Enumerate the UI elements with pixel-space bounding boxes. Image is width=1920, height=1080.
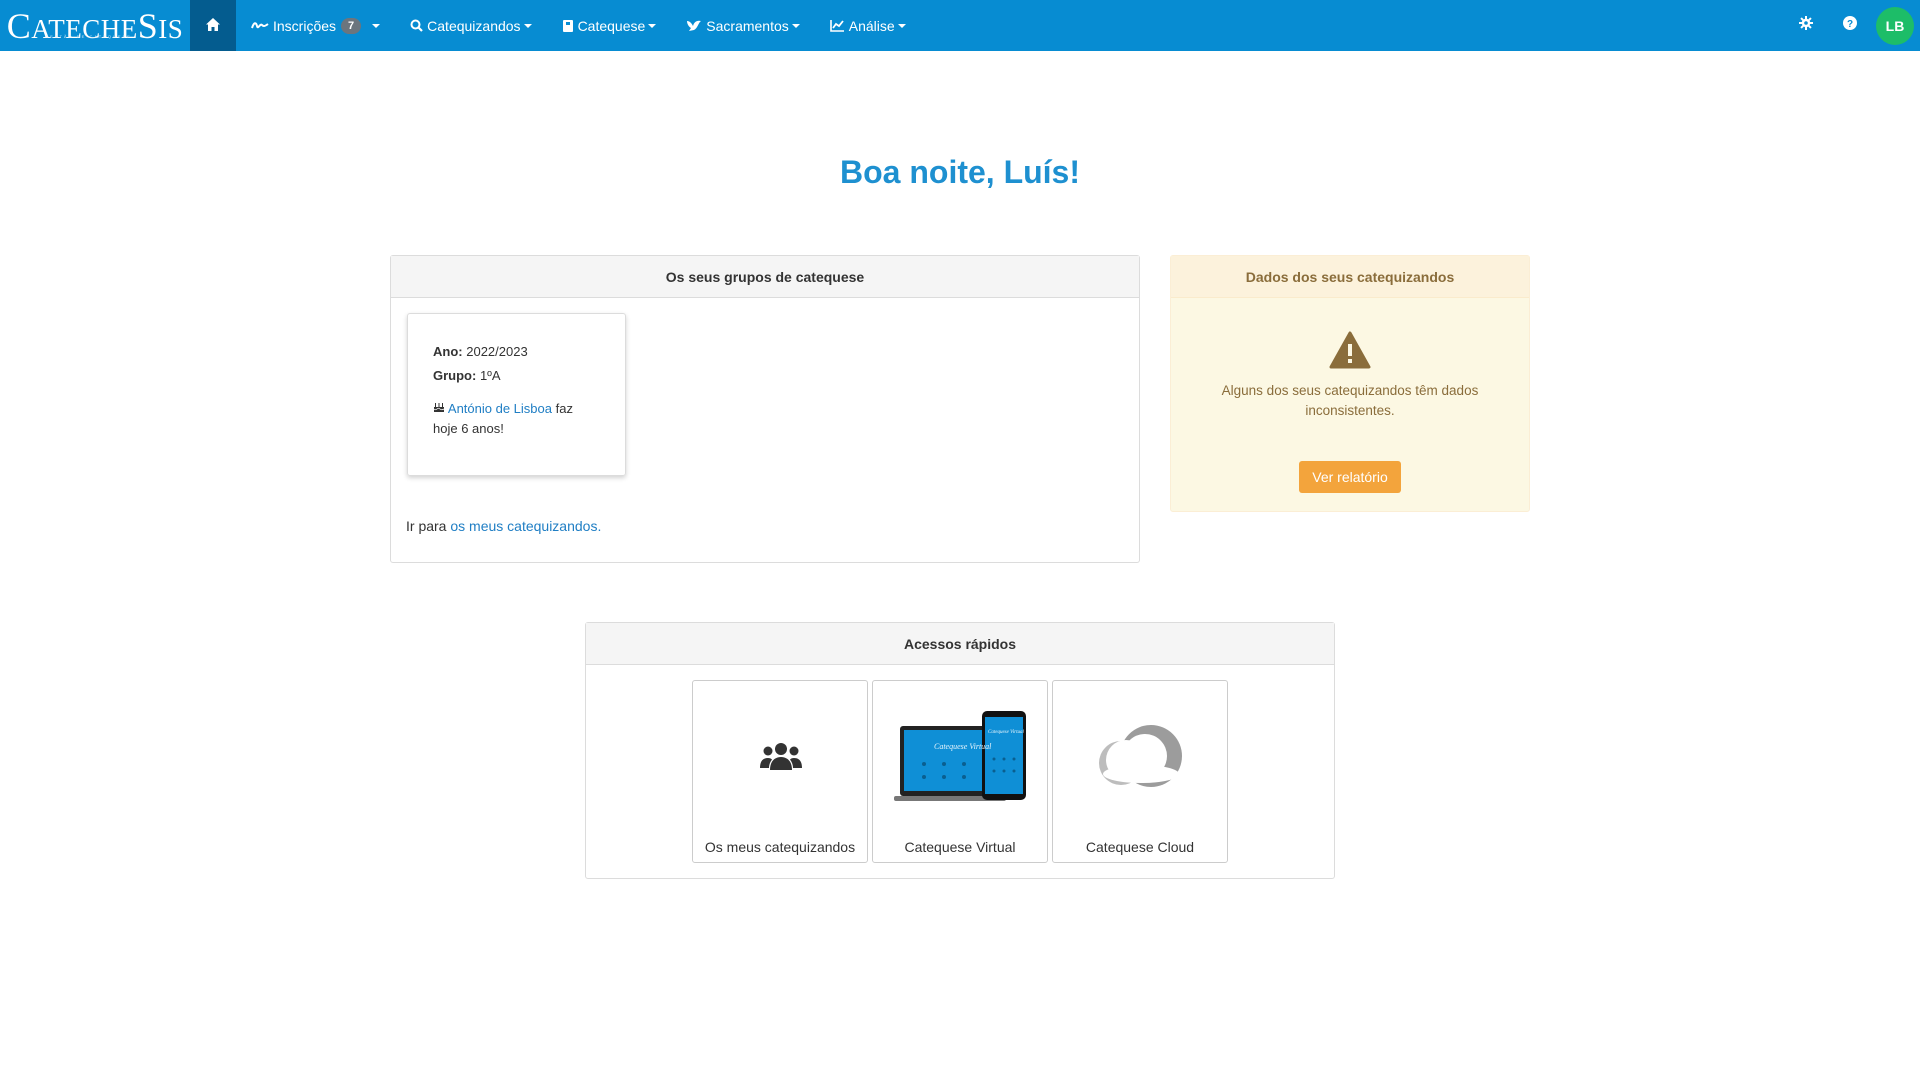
data-warning-text: Alguns dos seus catequizandos têm dados … (1221, 383, 1479, 418)
dove-icon (686, 19, 702, 32)
devices-icon: Catequese Virtual Catequese Virtual (873, 681, 1049, 831)
svg-text:Catequese Virtual: Catequese Virtual (988, 730, 1024, 735)
group-name-row: Grupo: 1ºA (433, 368, 605, 383)
chevron-down-icon (897, 23, 906, 28)
inscricoes-count-badge: 7 (341, 17, 362, 34)
birthday-text-1: faz (555, 401, 573, 416)
question-circle-icon: ? (1843, 16, 1857, 35)
goto-prefix: Ir para (406, 518, 447, 534)
gear-icon (1799, 16, 1813, 35)
brand-logo[interactable]: CATECHESIS GESTÃO DE CATEQUESE (0, 0, 190, 51)
birthday-text-2: hoje 6 anos! (433, 421, 504, 436)
groups-panel-title: Os seus grupos de catequese (391, 256, 1139, 298)
avatar[interactable]: LB (1876, 6, 1914, 45)
group-name-value: 1ºA (479, 368, 501, 383)
search-icon (410, 19, 423, 32)
cake-icon (433, 401, 448, 416)
nav-inscricoes[interactable]: Inscrições 7 (236, 0, 395, 51)
quick-access-tiles: Os meus catequizandos Catequese Virtual … (692, 680, 1228, 863)
nav-inscricoes-label: Inscrições (273, 17, 337, 34)
nav-home[interactable] (190, 0, 236, 51)
signature-icon (251, 20, 269, 32)
data-warning-body: Alguns dos seus catequizandos têm dados … (1171, 331, 1529, 493)
warning-icon (1171, 331, 1529, 371)
line-chart-icon (829, 19, 845, 32)
group-name-label: Grupo: (433, 368, 477, 383)
birthday-notice: António de Lisboa faz hoje 6 anos! (433, 399, 605, 439)
groups-panel: Os seus grupos de catequese Ano: 2022/20… (390, 255, 1140, 563)
data-warning-title: Dados dos seus catequizandos (1171, 256, 1529, 298)
top-navbar: CATECHESIS GESTÃO DE CATEQUESE Inscriçõe… (0, 0, 1920, 51)
quick-access-title: Acessos rápidos (586, 623, 1334, 665)
settings-button[interactable] (1784, 0, 1828, 51)
group-year-label: Ano: (433, 344, 463, 359)
nav-catequese-label: Catequese (577, 17, 646, 34)
svg-text:Catequese Virtual: Catequese Virtual (934, 742, 992, 751)
nav-analise[interactable]: Análise (815, 0, 921, 51)
cloud-icon (1053, 681, 1229, 831)
data-warning-panel: Dados dos seus catequizandos Alguns dos … (1170, 255, 1530, 512)
tile-my-catechumens[interactable]: Os meus catequizandos (692, 680, 868, 863)
view-report-button[interactable]: Ver relatório (1299, 461, 1401, 493)
chevron-down-icon (791, 23, 800, 28)
nav-catequizandos[interactable]: Catequizandos (395, 0, 546, 51)
tile-catechesis-cloud-label: Catequese Cloud (1085, 839, 1195, 855)
users-icon (693, 681, 869, 831)
birthday-person-link[interactable]: António de Lisboa (448, 401, 552, 416)
group-year-value: 2022/2023 (466, 344, 528, 359)
svg-text:?: ? (1847, 19, 1853, 30)
group-card: Ano: 2022/2023 Grupo: 1ºA António de Lis… (407, 313, 626, 476)
nav-catequese[interactable]: Catequese (547, 0, 672, 51)
tile-virtual-catechesis[interactable]: Catequese Virtual Catequese Virtual Cate… (872, 680, 1048, 863)
tile-catechesis-cloud[interactable]: Catequese Cloud (1052, 680, 1228, 863)
tile-my-catechumens-label: Os meus catequizandos (704, 839, 856, 855)
book-icon (562, 19, 574, 33)
nav-sacramentos[interactable]: Sacramentos (671, 0, 814, 51)
page-title: Boa noite, Luís! (840, 154, 1080, 190)
brand-subtitle: GESTÃO DE CATEQUESE (45, 34, 132, 39)
tile-virtual-catechesis-label: Catequese Virtual (904, 839, 1016, 855)
quick-access-panel: Acessos rápidos Os meus catequizandos Ca… (585, 622, 1335, 879)
nav-right-group: ? LB (1784, 0, 1920, 51)
group-year-row: Ano: 2022/2023 (433, 344, 605, 359)
nav-analise-label: Análise (848, 17, 895, 34)
nav-catequizandos-label: Catequizandos (427, 17, 521, 34)
chevron-down-icon (648, 23, 657, 28)
chevron-down-icon (372, 23, 381, 28)
help-button[interactable]: ? (1828, 0, 1872, 51)
home-icon (205, 17, 221, 35)
chevron-down-icon (523, 23, 532, 28)
goto-catechumens: Ir para os meus catequizandos. (406, 518, 601, 534)
my-catechumens-link[interactable]: os meus catequizandos. (450, 518, 601, 534)
nav-sacramentos-label: Sacramentos (706, 17, 789, 34)
